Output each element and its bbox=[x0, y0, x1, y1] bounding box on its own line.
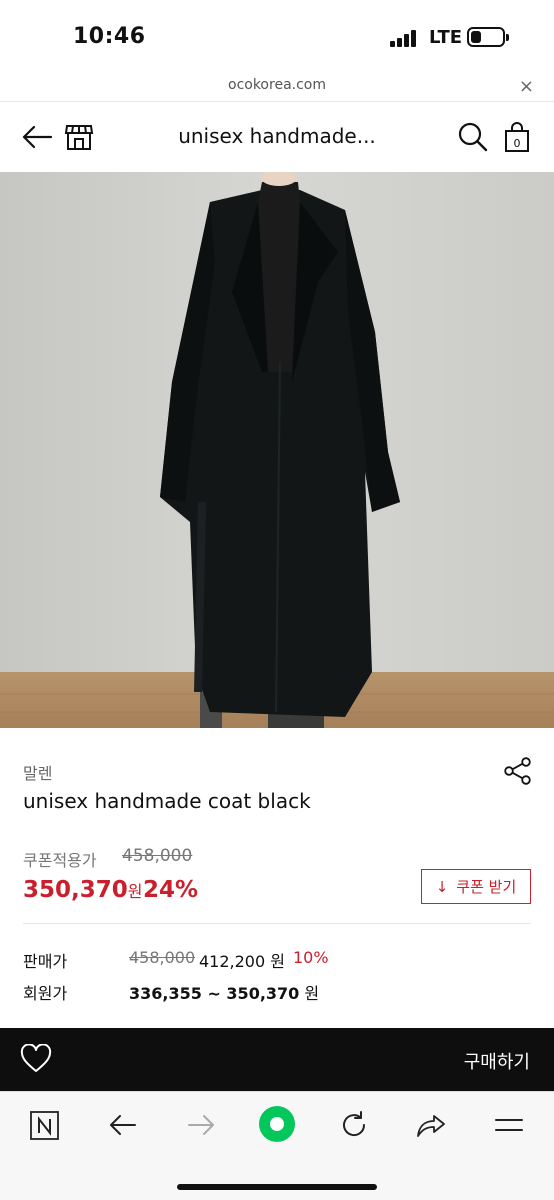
brand-name[interactable]: 말렌 bbox=[23, 760, 52, 784]
member-price-label: 회원가 bbox=[23, 984, 68, 1003]
home-indicator bbox=[177, 1184, 377, 1190]
refresh-icon[interactable] bbox=[338, 1109, 370, 1141]
page-title: unisex handmade... bbox=[178, 124, 376, 148]
search-icon[interactable] bbox=[456, 120, 490, 154]
divider bbox=[23, 923, 531, 924]
selling-price-label: 판매가 bbox=[23, 952, 68, 971]
url-bar[interactable]: ocokorea.com × bbox=[0, 72, 554, 102]
member-price-currency: 원 bbox=[299, 984, 320, 1003]
close-icon[interactable]: × bbox=[519, 76, 534, 97]
selling-price: 412,200 원 bbox=[199, 952, 285, 971]
product-image[interactable] bbox=[0, 172, 554, 728]
sale-price-currency: 원 bbox=[127, 882, 143, 901]
share-icon[interactable] bbox=[503, 756, 533, 786]
network-label: LTE bbox=[429, 27, 463, 48]
original-price: 458,000 bbox=[122, 846, 193, 866]
green-dot-icon[interactable] bbox=[258, 1105, 296, 1143]
status-time: 10:46 bbox=[73, 24, 146, 49]
selling-original-price: 458,000 bbox=[129, 948, 196, 967]
buy-bar: 구매하기 bbox=[0, 1028, 554, 1091]
browser-toolbar bbox=[0, 1091, 554, 1200]
member-price: 336,355 ~ 350,370 원 bbox=[129, 980, 319, 1004]
battery-icon bbox=[467, 27, 509, 47]
url-text[interactable]: ocokorea.com bbox=[0, 77, 554, 93]
member-price-range: 336,355 ~ 350,370 bbox=[129, 984, 300, 1003]
menu-icon[interactable] bbox=[493, 1109, 525, 1141]
heart-icon[interactable] bbox=[20, 1044, 52, 1074]
coupon-price-label: 쿠폰적용가 bbox=[23, 851, 97, 870]
back-arrow-icon[interactable] bbox=[20, 120, 54, 154]
naver-n-icon[interactable] bbox=[29, 1109, 61, 1141]
share-arrow-icon[interactable] bbox=[415, 1109, 447, 1141]
download-icon: ↓ bbox=[435, 877, 449, 896]
product-name: unisex handmade coat black bbox=[23, 789, 311, 813]
store-icon[interactable] bbox=[62, 120, 96, 154]
svg-text:0: 0 bbox=[514, 137, 521, 150]
discount-rate: 24% bbox=[143, 877, 199, 903]
back-arrow-icon[interactable] bbox=[107, 1109, 139, 1141]
coupon-download-button[interactable]: ↓ 쿠폰 받기 bbox=[421, 869, 531, 904]
signal-icon bbox=[390, 29, 420, 47]
coupon-button-label: 쿠폰 받기 bbox=[456, 878, 517, 896]
status-bar: 10:46 LTE bbox=[0, 0, 554, 72]
buy-button[interactable]: 구매하기 bbox=[464, 1048, 530, 1074]
cart-icon[interactable]: 0 bbox=[500, 120, 534, 154]
sale-price: 350,370원 bbox=[23, 877, 143, 903]
selling-discount-rate: 10% bbox=[293, 948, 329, 967]
sale-price-value: 350,370 bbox=[23, 877, 128, 903]
forward-arrow-icon bbox=[188, 1115, 214, 1135]
site-header: unisex handmade... 0 bbox=[0, 102, 554, 172]
